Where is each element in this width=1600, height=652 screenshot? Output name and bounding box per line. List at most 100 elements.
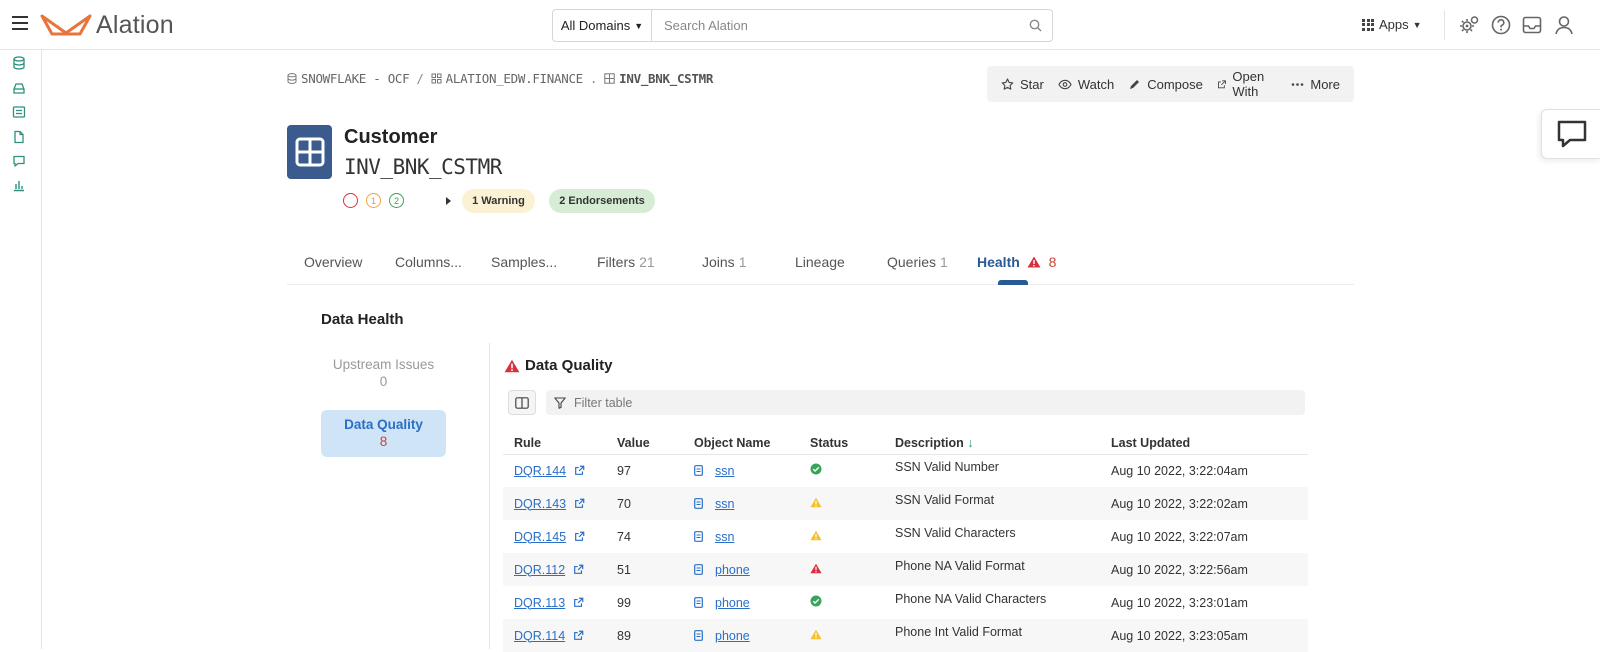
column-header-status[interactable]: Status xyxy=(799,432,884,455)
apps-menu-button[interactable]: Apps ▼ xyxy=(1362,17,1422,32)
divider xyxy=(489,343,490,649)
endorsements-pill[interactable]: 2 Endorsements xyxy=(549,189,655,213)
warning-flag-icon[interactable]: 1 xyxy=(366,193,381,208)
tab-count: 1 xyxy=(738,254,747,270)
page-title: Customer xyxy=(344,126,438,148)
warning-flag-count: 1 xyxy=(370,195,376,206)
upstream-issues-nav-item[interactable]: Upstream Issues 0 xyxy=(321,357,446,389)
tab-health[interactable]: Health 8 xyxy=(977,254,1056,270)
tab-lineage[interactable]: Lineage xyxy=(795,254,845,270)
tab-overview[interactable]: Overview xyxy=(304,254,362,270)
breadcrumb: SNOWFLAKE - OCF / ALATION_EDW.FINANCE . … xyxy=(287,71,713,86)
object-link[interactable]: phone xyxy=(715,629,750,643)
status-cell xyxy=(799,586,884,619)
data-quality-nav-item[interactable]: Data Quality 8 xyxy=(321,410,446,457)
column-header-rule[interactable]: Rule xyxy=(503,432,606,455)
table-icon xyxy=(604,73,615,84)
watch-label: Watch xyxy=(1077,76,1115,92)
star-button[interactable]: Star xyxy=(1001,77,1044,92)
breadcrumb-separator: . xyxy=(589,71,598,86)
object-link[interactable]: ssn xyxy=(715,464,734,478)
filter-table-input[interactable]: Filter table xyxy=(546,390,1305,415)
star-label: Star xyxy=(1020,76,1044,92)
external-link-icon[interactable] xyxy=(569,630,584,641)
tab-count: 1 xyxy=(940,254,948,270)
user-profile-icon[interactable] xyxy=(1553,14,1575,36)
status-cell xyxy=(799,454,884,487)
last-updated-cell: Aug 10 2022, 3:22:02am xyxy=(1100,487,1308,520)
object-link[interactable]: ssn xyxy=(715,530,734,544)
column-toggle-button[interactable] xyxy=(508,390,536,415)
rule-link[interactable]: DQR.145 xyxy=(514,530,566,544)
open-with-button[interactable]: Open With xyxy=(1217,69,1278,99)
tab-count: 8 xyxy=(1048,254,1057,270)
table-row: DQR.145 74 ssn SSN Valid Characters Aug 10 2… xyxy=(503,520,1308,553)
description-text: Phone Int Valid Format xyxy=(895,624,1022,639)
database-icon[interactable] xyxy=(12,56,26,70)
search-input[interactable] xyxy=(652,10,1018,41)
column-icon xyxy=(694,498,709,509)
value-cell: 97 xyxy=(617,463,631,478)
object-link[interactable]: phone xyxy=(715,596,750,610)
help-icon[interactable] xyxy=(1490,14,1512,36)
chat-feedback-button[interactable] xyxy=(1541,109,1600,159)
table-toolbar: Filter table xyxy=(508,390,1305,415)
conversation-icon[interactable] xyxy=(12,154,26,168)
object-link[interactable]: phone xyxy=(715,563,750,577)
caret-right-icon[interactable] xyxy=(446,197,451,205)
tab-samples[interactable]: Samples... xyxy=(491,254,557,270)
rule-cell: DQR.113 xyxy=(503,586,606,619)
endorsement-flag-icon[interactable]: 2 xyxy=(389,193,404,208)
external-link-icon[interactable] xyxy=(569,597,584,608)
schema-icon xyxy=(431,73,442,84)
storage-drive-icon[interactable] xyxy=(12,81,26,95)
tab-columns[interactable]: Columns... xyxy=(395,254,462,270)
bar-chart-icon[interactable] xyxy=(12,178,26,192)
hamburger-menu-icon[interactable] xyxy=(12,16,28,30)
tab-joins[interactable]: Joins 1 xyxy=(702,254,746,270)
rule-link[interactable]: DQR.114 xyxy=(514,629,565,643)
search-icon[interactable] xyxy=(1018,10,1052,41)
breadcrumb-current-label: INV_BNK_CSTMR xyxy=(619,71,714,86)
columns-icon xyxy=(515,396,529,409)
more-button[interactable]: More xyxy=(1291,77,1340,92)
watch-button[interactable]: Watch xyxy=(1058,77,1114,92)
external-link-icon[interactable] xyxy=(570,531,585,542)
domain-selector[interactable]: All Domains ▼ xyxy=(553,10,652,41)
rule-link[interactable]: DQR.143 xyxy=(514,497,566,511)
column-header-last-updated[interactable]: Last Updated xyxy=(1100,432,1308,455)
alation-logo[interactable]: Alation xyxy=(40,10,174,39)
table-row: DQR.113 99 phone Phone NA Valid Characters A… xyxy=(503,586,1308,619)
external-link-icon[interactable] xyxy=(569,564,584,575)
tab-filters[interactable]: Filters 21 xyxy=(597,254,655,270)
inbox-icon[interactable] xyxy=(1521,14,1543,36)
last-updated-cell: Aug 10 2022, 3:22:07am xyxy=(1111,529,1248,544)
external-link-icon xyxy=(1217,79,1226,88)
deprecation-flag-icon[interactable] xyxy=(343,193,358,208)
breadcrumb-schema[interactable]: ALATION_EDW.FINANCE xyxy=(431,71,583,86)
open-with-label: Open With xyxy=(1232,69,1265,99)
external-link-icon[interactable] xyxy=(570,465,585,476)
warning-pill[interactable]: 1 Warning xyxy=(462,189,535,213)
breadcrumb-datasource[interactable]: SNOWFLAKE - OCF xyxy=(287,71,410,86)
rule-link[interactable]: DQR.144 xyxy=(514,464,566,478)
tab-queries[interactable]: Queries 1 xyxy=(887,254,948,270)
description-text: Phone NA Valid Format xyxy=(895,558,1025,573)
object-link[interactable]: ssn xyxy=(715,497,734,511)
divider xyxy=(1444,10,1445,40)
column-header-value[interactable]: Value xyxy=(606,432,683,455)
column-header-description[interactable]: Description ↓ xyxy=(884,432,1100,455)
column-icon xyxy=(694,531,709,542)
catalog-table-icon[interactable] xyxy=(12,105,26,119)
pen-icon xyxy=(1130,79,1140,89)
brand-name: Alation xyxy=(96,10,174,39)
settings-gears-icon[interactable] xyxy=(1459,14,1481,36)
rule-link[interactable]: DQR.112 xyxy=(514,563,565,577)
document-icon[interactable] xyxy=(12,130,26,144)
rule-link[interactable]: DQR.113 xyxy=(514,596,565,610)
column-header-object-name[interactable]: Object Name xyxy=(683,432,799,455)
status-cell xyxy=(799,487,884,520)
external-link-icon[interactable] xyxy=(570,498,585,509)
compose-button[interactable]: Compose xyxy=(1128,77,1203,92)
check-circle-icon xyxy=(810,595,822,607)
